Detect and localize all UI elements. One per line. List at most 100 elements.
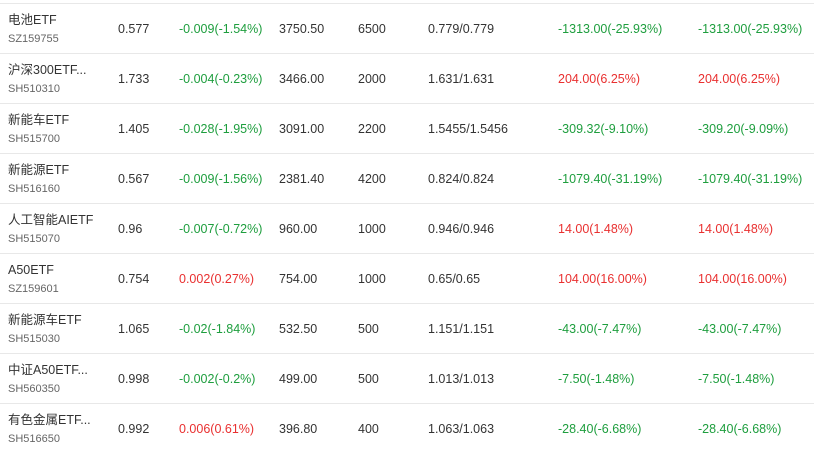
quantity-cell: 4200 [358,172,386,186]
cost-cell: 1.013/1.013 [428,372,495,386]
quantity-cell: 1000 [358,222,386,236]
change-cell: 0.006(0.61%) [179,422,255,436]
pnl-total-cell: 104.00(16.00%) [698,272,787,286]
pnl-cell: -7.50(-1.48%) [558,372,635,386]
quantity-cell: 1000 [358,272,386,286]
stock-code: SH516650 [8,432,60,445]
change-cell: -0.02(-1.84%) [179,322,256,336]
holdings-table: 电池ETF SZ159755 0.577 -0.009(-1.54%) 3750… [0,0,814,455]
price-cell: 1.065 [118,322,150,336]
price-cell: 0.992 [118,422,150,436]
pnl-cell: -1313.00(-25.93%) [558,22,663,36]
stock-name-cell[interactable]: 沪深300ETF... SH510310 [8,54,108,104]
quantity-cell: 500 [358,322,379,336]
cost-cell: 0.824/0.824 [428,172,495,186]
price-cell: 1.405 [118,122,150,136]
pnl-cell: -28.40(-6.68%) [558,422,642,436]
price-cell: 1.733 [118,72,150,86]
market-value-cell: 754.00 [279,272,318,286]
price-cell: 0.754 [118,272,150,286]
stock-code: SH515700 [8,132,60,145]
pnl-cell: 14.00(1.48%) [558,222,634,236]
change-cell: 0.002(0.27%) [179,272,255,286]
stock-name[interactable]: A50ETF [8,262,54,279]
stock-code: SH515070 [8,232,60,245]
pnl-total-cell: -7.50(-1.48%) [698,372,775,386]
cost-cell: 0.65/0.65 [428,272,481,286]
quantity-cell: 2200 [358,122,386,136]
table-row[interactable]: 新能源ETF SH516160 0.567 -0.009(-1.56%) 238… [0,153,814,203]
market-value-cell: 3091.00 [279,122,325,136]
change-cell: -0.009(-1.54%) [179,22,263,36]
stock-code: SH510310 [8,82,60,95]
market-value-cell: 2381.40 [279,172,325,186]
price-cell: 0.567 [118,172,150,186]
market-value-cell: 3750.50 [279,22,325,36]
market-value-cell: 396.80 [279,422,318,436]
cost-cell: 1.063/1.063 [428,422,495,436]
price-cell: 0.998 [118,372,150,386]
table-row[interactable]: 电池ETF SZ159755 0.577 -0.009(-1.54%) 3750… [0,3,814,53]
stock-code: SH560350 [8,382,60,395]
stock-name[interactable]: 电池ETF [8,12,57,29]
change-cell: -0.028(-1.95%) [179,122,263,136]
pnl-cell: 104.00(16.00%) [558,272,647,286]
cost-cell: 0.946/0.946 [428,222,495,236]
stock-code: SZ159601 [8,282,59,295]
stock-code: SH515030 [8,332,60,345]
pnl-total-cell: 204.00(6.25%) [698,72,781,86]
stock-name[interactable]: 人工智能AIETF [8,212,93,229]
pnl-total-cell: -43.00(-7.47%) [698,322,782,336]
table-row[interactable]: 人工智能AIETF SH515070 0.96 -0.007(-0.72%) 9… [0,203,814,253]
stock-name[interactable]: 新能源车ETF [8,312,82,329]
pnl-total-cell: -28.40(-6.68%) [698,422,782,436]
cost-cell: 1.631/1.631 [428,72,495,86]
pnl-total-cell: -1313.00(-25.93%) [698,22,803,36]
market-value-cell: 532.50 [279,322,318,336]
stock-name-cell[interactable]: 新能源ETF SH516160 [8,154,108,204]
table-row[interactable]: 新能车ETF SH515700 1.405 -0.028(-1.95%) 309… [0,103,814,153]
pnl-cell: -1079.40(-31.19%) [558,172,663,186]
stock-code: SZ159755 [8,32,59,45]
pnl-total-cell: -309.20(-9.09%) [698,122,789,136]
cost-cell: 1.151/1.151 [428,322,495,336]
stock-name-cell[interactable]: 新能源车ETF SH515030 [8,304,108,354]
quantity-cell: 500 [358,372,379,386]
stock-name[interactable]: 沪深300ETF... [8,62,87,79]
table-row[interactable]: A50ETF SZ159601 0.754 0.002(0.27%) 754.0… [0,253,814,303]
stock-name[interactable]: 新能车ETF [8,112,69,129]
stock-name-cell[interactable]: 新能车ETF SH515700 [8,104,108,154]
pnl-total-cell: -1079.40(-31.19%) [698,172,803,186]
table-row[interactable]: 新能源车ETF SH515030 1.065 -0.02(-1.84%) 532… [0,303,814,353]
stock-name-cell[interactable]: 有色金属ETF... SH516650 [8,404,108,454]
quantity-cell: 6500 [358,22,386,36]
change-cell: -0.007(-0.72%) [179,222,263,236]
pnl-cell: 204.00(6.25%) [558,72,641,86]
stock-name-cell[interactable]: 中证A50ETF... SH560350 [8,354,108,404]
table-row[interactable]: 有色金属ETF... SH516650 0.992 0.006(0.61%) 3… [0,403,814,453]
market-value-cell: 960.00 [279,222,318,236]
pnl-cell: -43.00(-7.47%) [558,322,642,336]
cost-cell: 0.779/0.779 [428,22,495,36]
table-row[interactable]: 中证A50ETF... SH560350 0.998 -0.002(-0.2%)… [0,353,814,403]
pnl-cell: -309.32(-9.10%) [558,122,649,136]
market-value-cell: 3466.00 [279,72,325,86]
change-cell: -0.002(-0.2%) [179,372,256,386]
stock-name[interactable]: 新能源ETF [8,162,69,179]
change-cell: -0.004(-0.23%) [179,72,263,86]
quantity-cell: 2000 [358,72,386,86]
market-value-cell: 499.00 [279,372,318,386]
cost-cell: 1.5455/1.5456 [428,122,508,136]
quantity-cell: 400 [358,422,379,436]
table-row[interactable]: 沪深300ETF... SH510310 1.733 -0.004(-0.23%… [0,53,814,103]
stock-name-cell[interactable]: A50ETF SZ159601 [8,254,108,304]
stock-name-cell[interactable]: 人工智能AIETF SH515070 [8,204,108,254]
stock-name-cell[interactable]: 电池ETF SZ159755 [8,4,108,54]
stock-name[interactable]: 中证A50ETF... [8,362,88,379]
stock-name[interactable]: 有色金属ETF... [8,412,91,429]
change-cell: -0.009(-1.56%) [179,172,263,186]
pnl-total-cell: 14.00(1.48%) [698,222,774,236]
price-cell: 0.577 [118,22,150,36]
price-cell: 0.96 [118,222,143,236]
stock-code: SH516160 [8,182,60,195]
